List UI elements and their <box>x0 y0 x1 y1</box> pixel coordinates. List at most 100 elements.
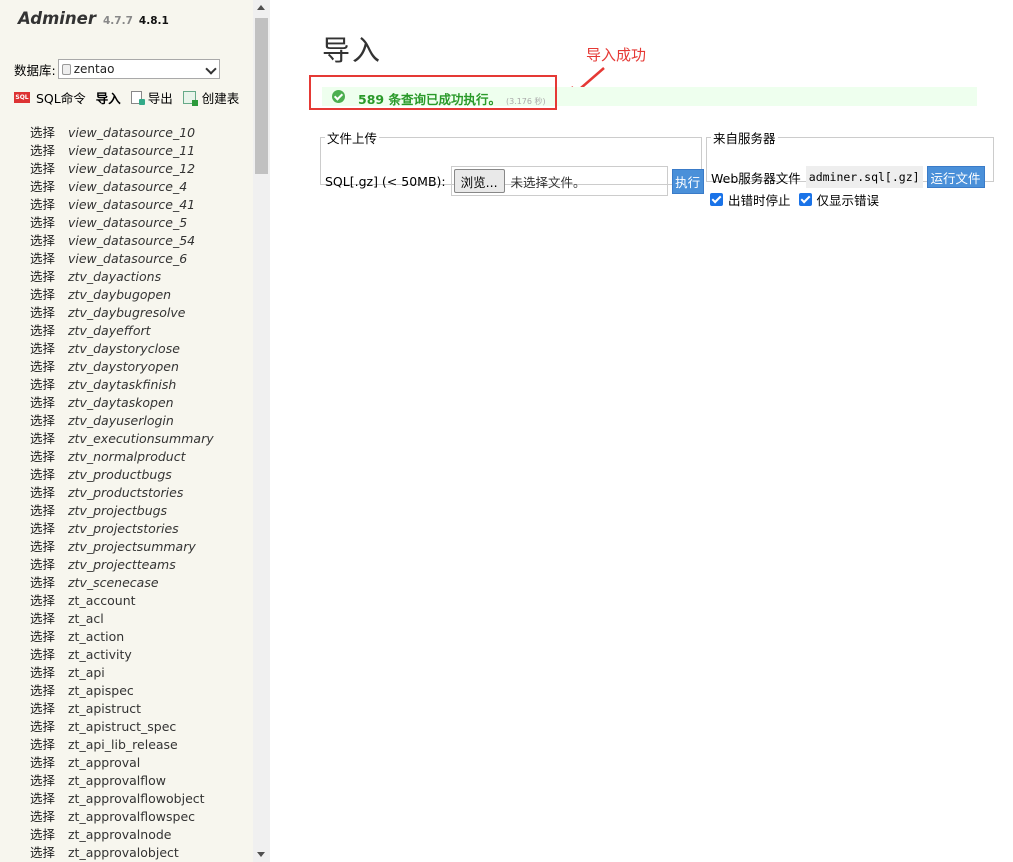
select-link[interactable]: 选择 <box>30 610 68 628</box>
table-name-link[interactable]: ztv_projectteams <box>68 556 176 574</box>
execute-button[interactable]: 执行 <box>671 168 704 194</box>
create-table-link[interactable]: 创建表 <box>182 88 239 107</box>
scrollbar-thumb[interactable] <box>255 18 268 174</box>
table-name-link[interactable]: ztv_projectbugs <box>68 502 167 520</box>
table-name-link[interactable]: ztv_daybugopen <box>68 286 171 304</box>
table-name-link[interactable]: zt_approvalflow <box>68 772 166 790</box>
select-link[interactable]: 选择 <box>30 124 68 142</box>
browse-button[interactable]: 浏览... <box>453 169 505 193</box>
file-input[interactable]: 浏览... 未选择文件。 <box>450 166 668 196</box>
table-name-link[interactable]: view_datasource_41 <box>68 196 195 214</box>
select-link[interactable]: 选择 <box>30 664 68 682</box>
select-link[interactable]: 选择 <box>30 232 68 250</box>
select-link[interactable]: 选择 <box>30 502 68 520</box>
select-link[interactable]: 选择 <box>30 142 68 160</box>
table-name-link[interactable]: ztv_dayuserlogin <box>68 412 174 430</box>
table-name-link[interactable]: ztv_daybugresolve <box>68 304 185 322</box>
scroll-up-icon[interactable] <box>257 5 265 10</box>
table-name-link[interactable]: view_datasource_10 <box>68 124 195 142</box>
select-link[interactable]: 选择 <box>30 592 68 610</box>
new-version-link[interactable]: 4.8.1 <box>139 15 169 27</box>
table-name-link[interactable]: view_datasource_5 <box>68 214 187 232</box>
select-link[interactable]: 选择 <box>30 628 68 646</box>
table-name-link[interactable]: ztv_scenecase <box>68 574 159 592</box>
table-name-link[interactable]: zt_action <box>68 628 124 646</box>
table-name-link[interactable]: zt_approval <box>68 754 140 772</box>
table-name-link[interactable]: view_datasource_11 <box>68 142 195 160</box>
select-link[interactable]: 选择 <box>30 448 68 466</box>
table-name-link[interactable]: ztv_productbugs <box>68 466 172 484</box>
table-name-link[interactable]: view_datasource_6 <box>68 250 187 268</box>
table-name-link[interactable]: view_datasource_4 <box>68 178 187 196</box>
select-link[interactable]: 选择 <box>30 304 68 322</box>
database-select[interactable]: zentao <box>57 59 220 79</box>
select-link[interactable]: 选择 <box>30 250 68 268</box>
select-link[interactable]: 选择 <box>30 736 68 754</box>
table-name-link[interactable]: view_datasource_12 <box>68 160 195 178</box>
only-errors-option[interactable]: 仅显示错误 <box>798 190 879 209</box>
select-link[interactable]: 选择 <box>30 376 68 394</box>
select-link[interactable]: 选择 <box>30 682 68 700</box>
sql-command-link[interactable]: SQL SQL命令 <box>14 88 86 107</box>
select-link[interactable]: 选择 <box>30 772 68 790</box>
select-link[interactable]: 选择 <box>30 466 68 484</box>
select-link[interactable]: 选择 <box>30 484 68 502</box>
only-errors-checkbox[interactable] <box>798 193 812 206</box>
sidebar-scrollbar[interactable] <box>253 0 270 862</box>
select-link[interactable]: 选择 <box>30 538 68 556</box>
select-link[interactable]: 选择 <box>30 178 68 196</box>
select-link[interactable]: 选择 <box>30 646 68 664</box>
table-name-link[interactable]: zt_apistruct_spec <box>68 718 176 736</box>
table-name-link[interactable]: zt_account <box>68 592 136 610</box>
select-link[interactable]: 选择 <box>30 268 68 286</box>
select-link[interactable]: 选择 <box>30 340 68 358</box>
table-name-link[interactable]: zt_approvalnode <box>68 826 171 844</box>
select-link[interactable]: 选择 <box>30 160 68 178</box>
table-name-link[interactable]: ztv_executionsummary <box>68 430 214 448</box>
select-link[interactable]: 选择 <box>30 754 68 772</box>
select-link[interactable]: 选择 <box>30 358 68 376</box>
select-link[interactable]: 选择 <box>30 808 68 826</box>
table-name-link[interactable]: ztv_projectstories <box>68 520 179 538</box>
select-link[interactable]: 选择 <box>30 322 68 340</box>
table-name-link[interactable]: zt_activity <box>68 646 132 664</box>
table-name-link[interactable]: ztv_daytaskopen <box>68 394 174 412</box>
table-name-link[interactable]: zt_acl <box>68 610 104 628</box>
table-name-link[interactable]: zt_approvalflowobject <box>68 790 205 808</box>
select-link[interactable]: 选择 <box>30 430 68 448</box>
stop-on-error-option[interactable]: 出错时停止 <box>710 190 791 209</box>
select-link[interactable]: 选择 <box>30 700 68 718</box>
select-link[interactable]: 选择 <box>30 844 68 862</box>
select-link[interactable]: 选择 <box>30 286 68 304</box>
table-name-link[interactable]: ztv_daystoryclose <box>68 340 180 358</box>
select-link[interactable]: 选择 <box>30 718 68 736</box>
table-name-link[interactable]: ztv_projectsummary <box>68 538 196 556</box>
select-link[interactable]: 选择 <box>30 196 68 214</box>
table-name-link[interactable]: ztv_dayeffort <box>68 322 151 340</box>
table-name-link[interactable]: view_datasource_54 <box>68 232 195 250</box>
table-name-link[interactable]: zt_apispec <box>68 682 134 700</box>
table-name-link[interactable]: ztv_daytaskfinish <box>68 376 176 394</box>
table-name-link[interactable]: zt_apistruct <box>68 700 141 718</box>
select-link[interactable]: 选择 <box>30 520 68 538</box>
scroll-down-icon[interactable] <box>257 852 265 857</box>
table-name-link[interactable]: zt_approvalobject <box>68 844 179 862</box>
select-link[interactable]: 选择 <box>30 826 68 844</box>
table-name-link[interactable]: ztv_dayactions <box>68 268 161 286</box>
table-name-link[interactable]: ztv_productstories <box>68 484 183 502</box>
app-name[interactable]: Adminer <box>18 9 96 28</box>
import-link[interactable]: 导入 <box>96 88 121 107</box>
table-name-link[interactable]: ztv_normalproduct <box>68 448 185 466</box>
export-link[interactable]: 导出 <box>130 88 173 107</box>
select-link[interactable]: 选择 <box>30 214 68 232</box>
table-name-link[interactable]: zt_approvalflowspec <box>68 808 195 826</box>
table-name-link[interactable]: zt_api <box>68 664 105 682</box>
table-name-link[interactable]: zt_api_lib_release <box>68 736 178 754</box>
run-file-button[interactable]: 运行文件 <box>926 166 985 188</box>
stop-on-error-checkbox[interactable] <box>710 193 723 206</box>
table-name-link[interactable]: ztv_daystoryopen <box>68 358 179 376</box>
select-link[interactable]: 选择 <box>30 574 68 592</box>
select-link[interactable]: 选择 <box>30 556 68 574</box>
select-link[interactable]: 选择 <box>30 412 68 430</box>
select-link[interactable]: 选择 <box>30 790 68 808</box>
